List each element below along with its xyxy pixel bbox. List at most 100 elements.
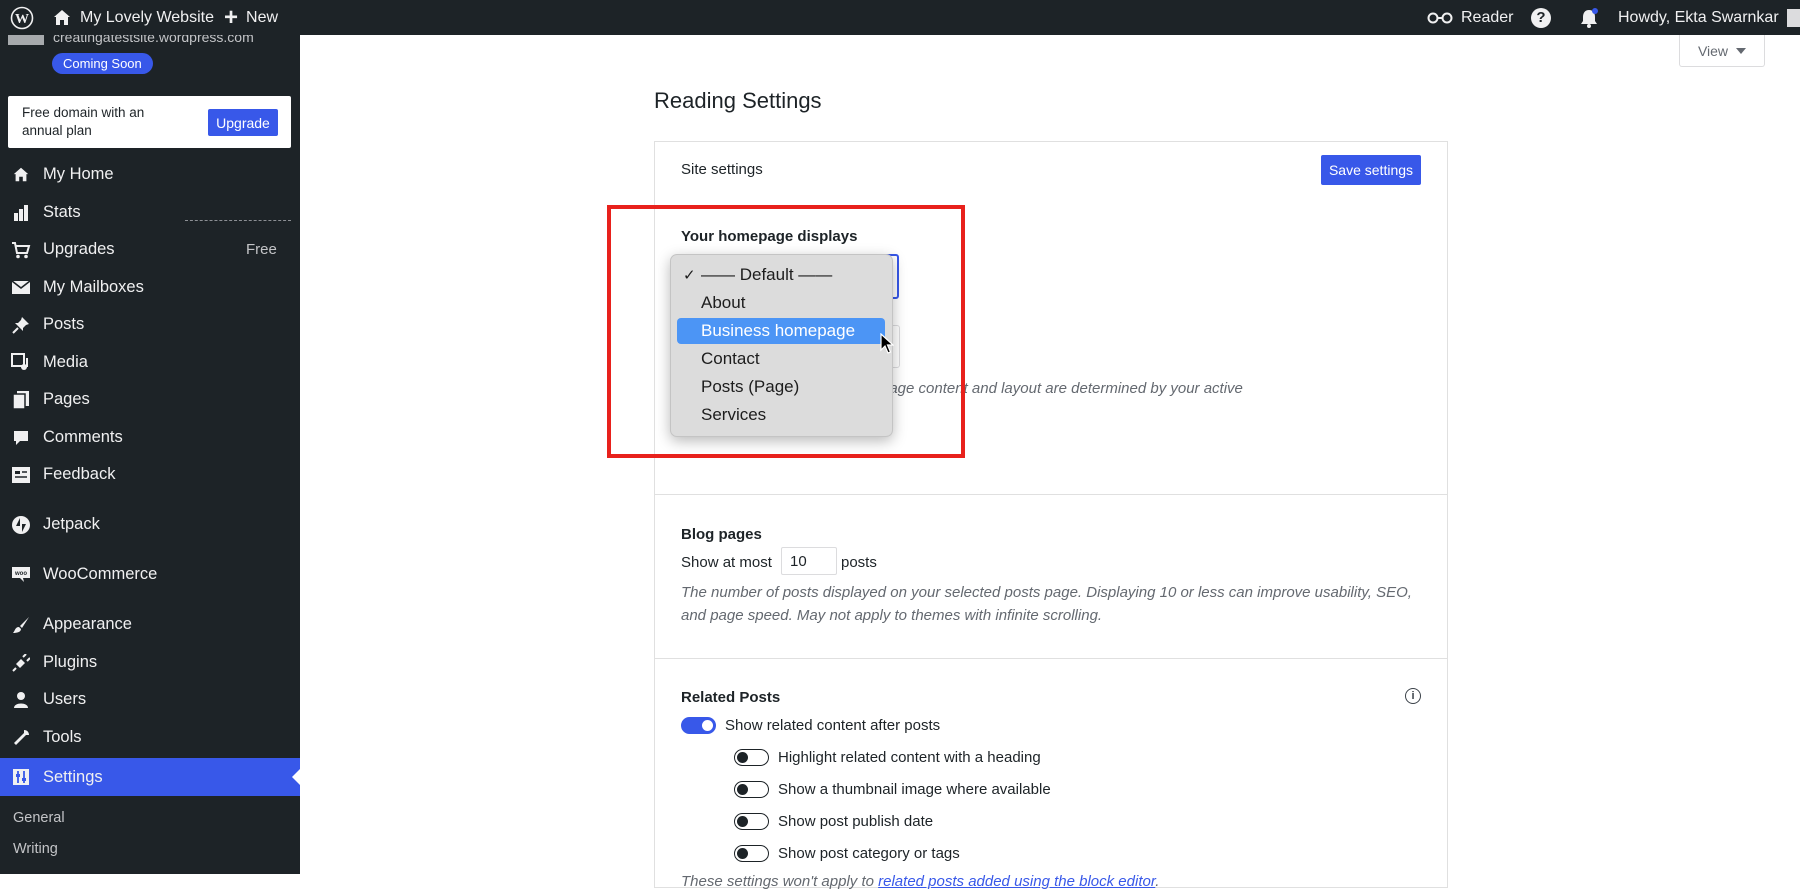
glasses-icon xyxy=(1427,12,1453,23)
active-arrow xyxy=(292,769,300,785)
sidebar-item-label: Settings xyxy=(43,767,103,786)
related-posts-section: Related Posts i Show related content aft… xyxy=(654,658,1448,890)
view-button[interactable]: View xyxy=(1679,35,1765,67)
sidebar-item-label: My Mailboxes xyxy=(43,278,144,296)
related-posts-toggle-label: Show related content after posts xyxy=(725,717,941,734)
sidebar-item-stats[interactable]: Stats xyxy=(0,194,300,231)
mail-icon xyxy=(10,277,32,299)
related-posts-footer: These settings won't apply to related po… xyxy=(681,870,1159,893)
toggle-knob xyxy=(737,784,748,795)
main-content: View Reading Settings Site settings Save… xyxy=(300,35,1800,890)
reader-link[interactable]: Reader xyxy=(1427,0,1513,35)
category-tags-toggle-label: Show post category or tags xyxy=(778,845,960,862)
sidebar-item-users[interactable]: Users xyxy=(0,681,300,718)
sidebar-item-label: Feedback xyxy=(43,465,116,483)
plug-icon xyxy=(10,652,32,674)
woo-icon: woo xyxy=(10,564,32,586)
sidebar-item-woocommerce[interactable]: woo WooCommerce xyxy=(0,556,300,593)
footer-end: . xyxy=(1155,873,1160,890)
posts-per-page-input[interactable] xyxy=(781,547,837,575)
sidebar-item-my-mailboxes[interactable]: My Mailboxes xyxy=(0,269,300,306)
media-icon xyxy=(10,352,32,374)
new-label: New xyxy=(246,8,279,26)
feedback-icon xyxy=(10,464,32,486)
site-icon xyxy=(8,35,44,45)
svg-text:woo: woo xyxy=(14,571,27,577)
submenu-item-writing[interactable]: Writing xyxy=(13,841,58,857)
user-icon xyxy=(10,689,32,711)
sidebar-item-label: Pages xyxy=(43,390,90,408)
category-tags-toggle[interactable] xyxy=(734,845,769,862)
blog-pages-label: Blog pages xyxy=(681,526,762,543)
related-posts-toggle[interactable] xyxy=(681,717,716,734)
sidebar-item-settings[interactable]: Settings xyxy=(0,758,300,796)
publish-date-toggle[interactable] xyxy=(734,813,769,830)
view-label: View xyxy=(1697,42,1729,59)
site-settings-label: Site settings xyxy=(681,161,763,178)
thumbnail-toggle-label: Show a thumbnail image where available xyxy=(778,781,1051,798)
free-domain-promo: Free domain with an annual plan Upgrade xyxy=(8,96,291,148)
sidebar-item-upgrades[interactable]: Upgrades Free xyxy=(0,231,300,268)
posts-label: posts xyxy=(841,554,877,571)
promo-text: Free domain with an annual plan xyxy=(22,105,145,138)
sidebar-item-pages[interactable]: Pages xyxy=(0,381,300,418)
heading-toggle[interactable] xyxy=(734,749,769,766)
stats-icon xyxy=(10,202,32,224)
svg-text:W: W xyxy=(15,12,29,27)
settings-icon xyxy=(10,766,32,788)
howdy-label: Howdy, Ekta Swarnkar xyxy=(1618,8,1779,26)
sidebar-item-feedback[interactable]: Feedback xyxy=(0,456,300,493)
home-icon xyxy=(54,9,70,25)
sidebar-item-appearance[interactable]: Appearance xyxy=(0,606,300,643)
thumbnail-toggle[interactable] xyxy=(734,781,769,798)
cart-icon xyxy=(10,239,32,261)
blog-pages-section: Blog pages Show at most posts The number… xyxy=(654,494,1448,659)
help-icon[interactable]: ? xyxy=(1531,0,1551,35)
sidebar: creatingatestsite.wordpress.com Coming S… xyxy=(0,35,300,874)
site-name-link[interactable]: My Lovely Website xyxy=(52,0,214,35)
site-settings-header: Site settings Save settings xyxy=(654,141,1448,197)
sidebar-item-label: Stats xyxy=(43,203,81,221)
sidebar-item-label: My Home xyxy=(43,165,114,183)
page-title: Reading Settings xyxy=(654,88,822,113)
sidebar-item-comments[interactable]: Comments xyxy=(0,419,300,456)
coming-soon-badge[interactable]: Coming Soon xyxy=(52,53,153,74)
toggle-knob xyxy=(737,816,748,827)
save-settings-button[interactable]: Save settings xyxy=(1321,155,1421,185)
info-icon[interactable]: i xyxy=(1405,688,1421,704)
sidebar-item-label: Comments xyxy=(43,428,123,446)
heading-toggle-label: Highlight related content with a heading xyxy=(778,749,1041,766)
sidebar-item-jetpack[interactable]: Jetpack xyxy=(0,506,300,543)
toggle-knob xyxy=(737,752,748,763)
related-posts-label: Related Posts xyxy=(681,689,781,706)
sidebar-item-plugins[interactable]: Plugins xyxy=(0,644,300,681)
free-badge: Free xyxy=(246,241,277,258)
sidebar-item-my-home[interactable]: My Home xyxy=(0,156,300,193)
site-url[interactable]: creatingatestsite.wordpress.com xyxy=(53,35,254,45)
red-highlight-box xyxy=(607,205,965,458)
sidebar-item-posts[interactable]: Posts xyxy=(0,306,300,343)
wordpress-logo-icon[interactable]: W xyxy=(10,0,34,35)
sidebar-item-media[interactable]: Media xyxy=(0,344,300,381)
blog-pages-help-text: The number of posts displayed on your se… xyxy=(681,584,1412,624)
block-editor-link[interactable]: related posts added using the block edit… xyxy=(878,873,1155,890)
notifications-bell-icon[interactable] xyxy=(1578,0,1600,35)
sidebar-item-label: Upgrades xyxy=(43,240,115,258)
toggle-knob xyxy=(702,720,713,731)
sidebar-item-label: Plugins xyxy=(43,653,98,671)
publish-date-toggle-label: Show post publish date xyxy=(778,813,934,830)
new-button[interactable]: + New xyxy=(224,0,278,35)
sidebar-item-label: Appearance xyxy=(43,615,132,633)
submenu-item-general[interactable]: General xyxy=(13,810,65,826)
footer-text: These settings won't apply to xyxy=(681,873,879,890)
sidebar-item-label: WooCommerce xyxy=(43,565,158,583)
user-account-menu[interactable]: Howdy, Ekta Swarnkar xyxy=(1618,0,1800,35)
upgrade-button[interactable]: Upgrade xyxy=(208,109,278,136)
sidebar-item-label: Jetpack xyxy=(43,515,100,533)
admin-bar: W My Lovely Website + New Reader ? Howdy… xyxy=(0,0,1800,35)
jetpack-icon xyxy=(10,514,32,536)
comment-icon xyxy=(10,427,32,449)
site-name: My Lovely Website xyxy=(80,8,214,26)
sidebar-item-tools[interactable]: Tools xyxy=(0,719,300,756)
show-at-most-label: Show at most xyxy=(681,554,772,571)
